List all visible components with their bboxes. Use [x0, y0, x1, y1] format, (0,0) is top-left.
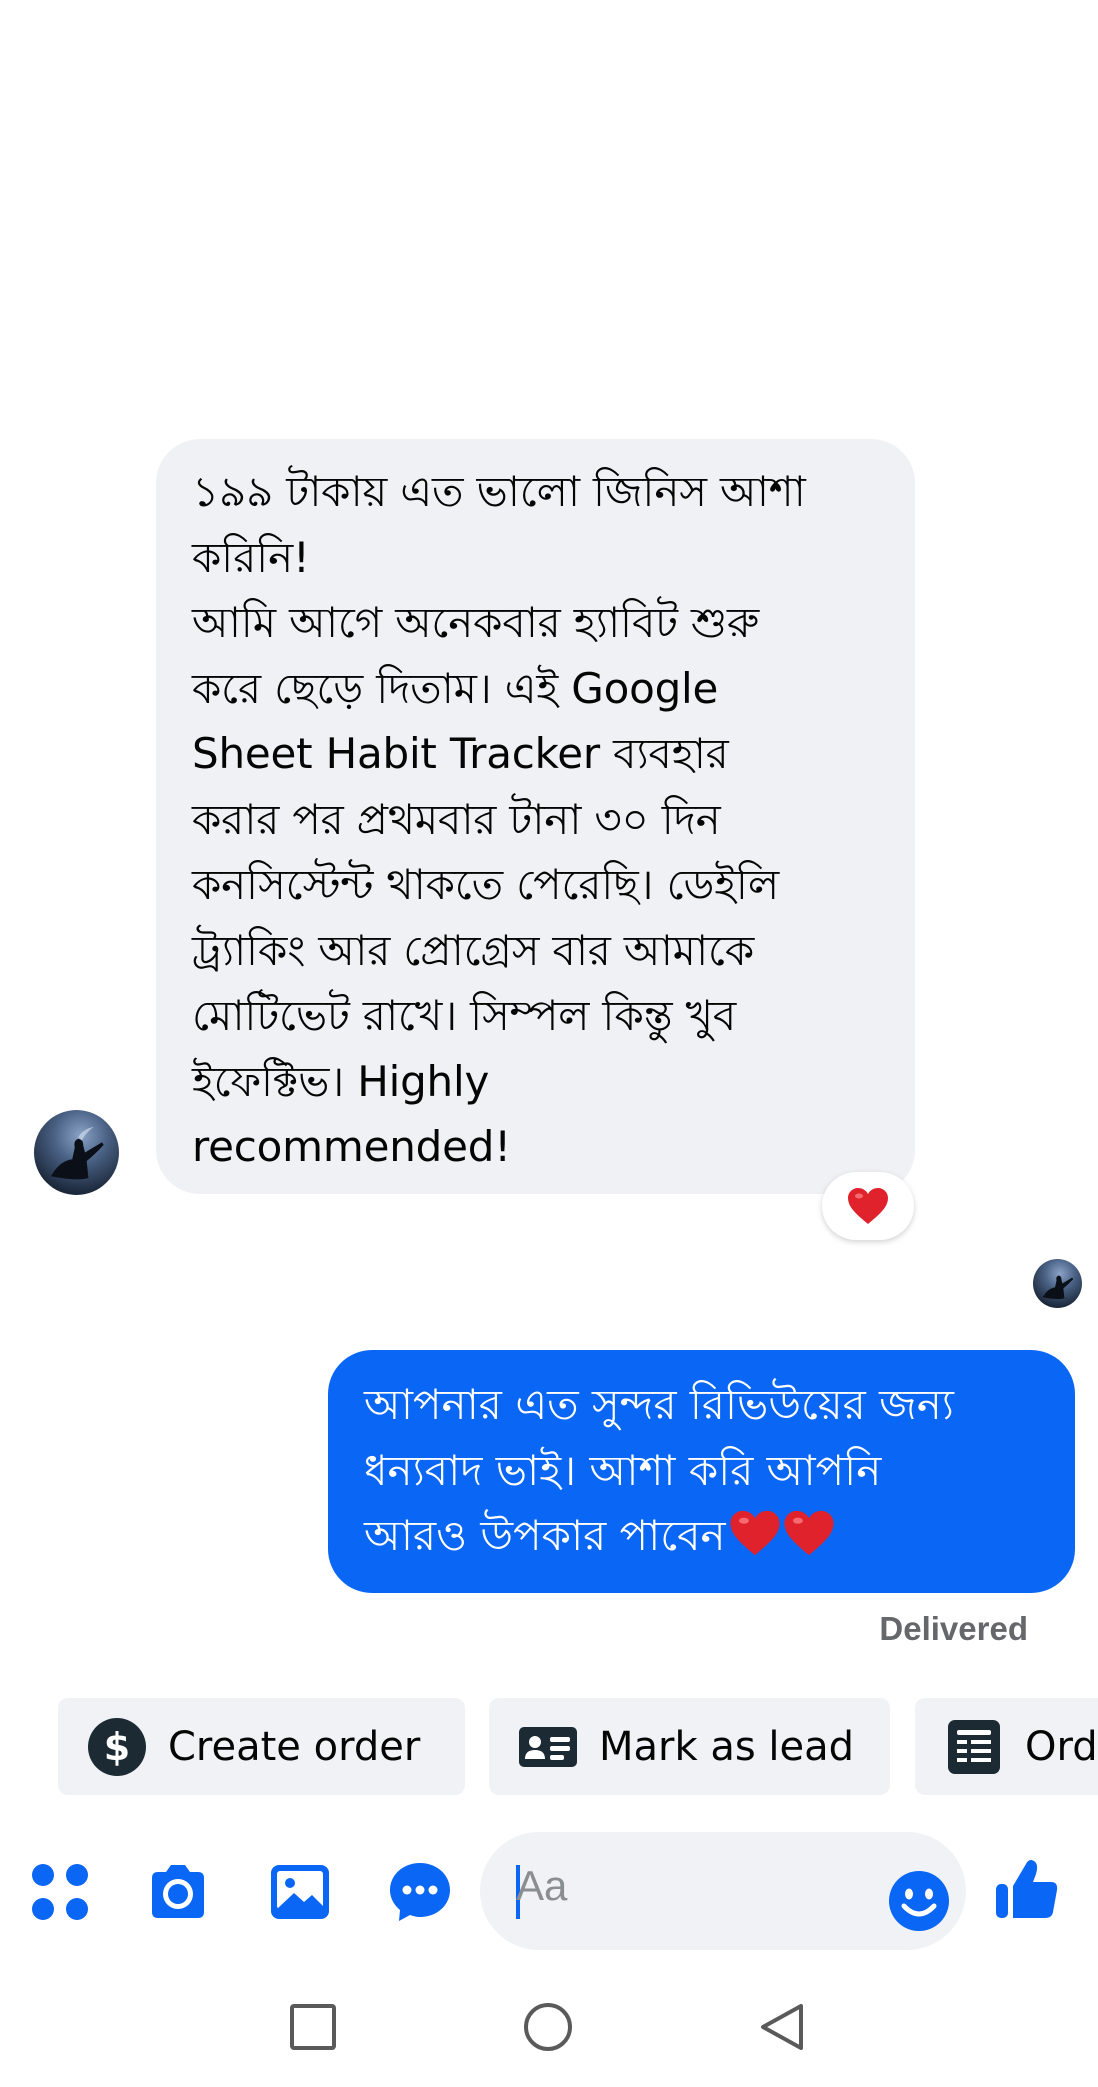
back-icon[interactable] [757, 2002, 807, 2052]
delivery-status: Delivered [879, 1610, 1028, 1647]
contact-card-icon [519, 1726, 577, 1767]
message-line: আরও উপকার পাবেন [364, 1503, 1045, 1569]
home-icon[interactable] [523, 2002, 573, 2052]
chip-label: Ord [1025, 1723, 1098, 1770]
message-line: করিনি! [192, 532, 310, 582]
mark-as-lead-button[interactable]: Mark as lead [489, 1698, 890, 1795]
order-button[interactable]: Ord [915, 1698, 1098, 1795]
person-silhouette-icon [51, 1127, 104, 1180]
chip-label: Create order [168, 1723, 421, 1770]
message-reaction[interactable] [822, 1172, 914, 1240]
chat-bubble-icon[interactable] [388, 1860, 452, 1924]
contact-avatar[interactable] [34, 1110, 119, 1195]
message-line: আমি আগে অনেকবার হ্যাবিট শুরু [192, 598, 759, 647]
heart-emoji-icon [730, 1510, 780, 1556]
message-line: করে ছেড়ে দিতাম। এই Google [192, 663, 719, 713]
heart-icon [848, 1188, 888, 1224]
heart-emoji-icon [784, 1510, 834, 1556]
camera-icon[interactable] [146, 1860, 210, 1924]
message-line: করার পর প্রথমবার টানা ৩০ দিন [192, 794, 721, 844]
gallery-icon[interactable] [268, 1860, 332, 1924]
message-line: ইফেক্টিভ। Highly [192, 1056, 490, 1106]
emoji-icon[interactable] [888, 1870, 950, 1932]
person-silhouette-icon [1042, 1275, 1074, 1299]
chip-label: Mark as lead [599, 1723, 855, 1770]
incoming-message-bubble[interactable]: ১৯৯ টাকায় এত ভালো জিনিস আশা করিনি! আমি … [156, 439, 915, 1194]
input-placeholder: Aa [516, 1862, 568, 1909]
create-order-button[interactable]: $ Create order [58, 1698, 465, 1795]
dollar-circle-icon: $ [88, 1717, 146, 1776]
message-line: কনসিস্টেন্ট থাকতে পেরেছি। ডেইলি [192, 860, 779, 909]
outgoing-message-bubble[interactable]: আপনার এত সুন্দর রিভিউয়ের জন্য ধন্যবাদ ভ… [328, 1350, 1075, 1593]
message-line: ১৯৯ টাকায় এত ভালো জিনিস আশা [192, 467, 806, 516]
thumbs-up-icon[interactable] [994, 1856, 1060, 1922]
seen-avatar [1033, 1259, 1082, 1308]
message-line: Sheet Habit Tracker ব্যবহার [192, 729, 729, 778]
message-line: ট্র্যাকিং আর প্রোগ্রেস বার আমাকে [192, 925, 755, 975]
message-text: আরও উপকার পাবেন [364, 1511, 726, 1560]
message-line: মোটিভেট রাখে। সিম্পল কিন্তু খুব [192, 991, 737, 1040]
recent-apps-icon[interactable] [288, 2002, 338, 2052]
order-list-icon [948, 1719, 1000, 1774]
svg-text:$: $ [104, 1725, 130, 1769]
message-line: recommended! [192, 1122, 511, 1171]
message-input[interactable]: Aa [480, 1832, 966, 1950]
message-line: ধন্যবাদ ভাই। আশা করি আপনি [364, 1445, 882, 1495]
message-line: আপনার এত সুন্দর রিভিউয়ের জন্য [364, 1380, 954, 1429]
apps-menu-icon[interactable] [28, 1860, 92, 1924]
